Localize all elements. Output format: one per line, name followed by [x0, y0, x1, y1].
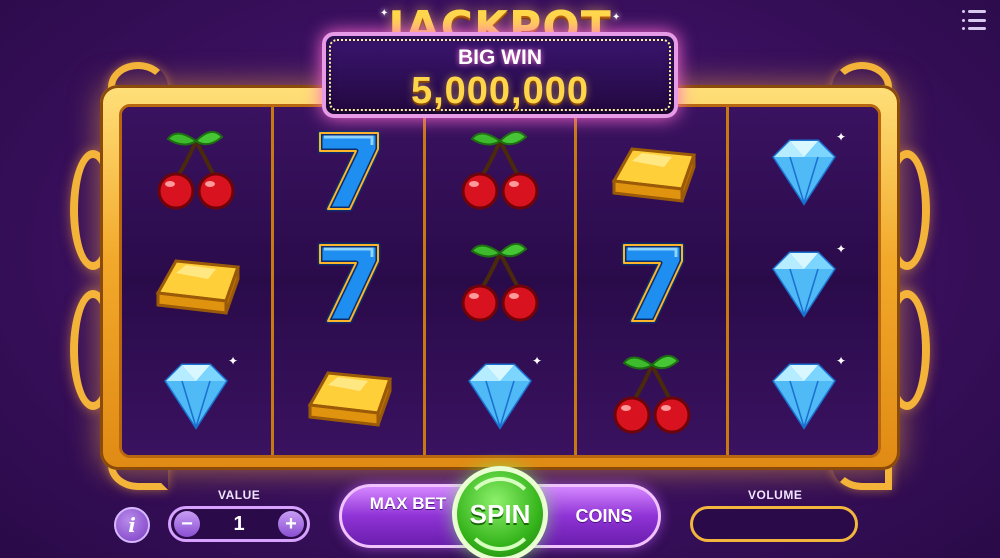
spin-label: SPIN: [469, 498, 531, 529]
reel-3: ✦: [425, 107, 578, 455]
seven-icon: [293, 231, 403, 331]
jackpot-banner: BIG WIN 5,000,000: [322, 32, 678, 118]
big-win-label: BIG WIN: [458, 46, 542, 69]
reel-area: ✦ ✦ ✦ ✦ ✦: [122, 107, 878, 455]
svg-text:✦: ✦: [532, 354, 542, 368]
value-label: VALUE: [218, 488, 261, 502]
svg-text:✦: ✦: [836, 242, 846, 256]
diamond-icon: ✦: [749, 119, 859, 219]
bet-value: 1: [233, 512, 245, 535]
svg-text:✦: ✦: [836, 354, 846, 368]
max-bet-button[interactable]: MAX BET: [368, 494, 448, 514]
cherry-icon: [597, 343, 707, 443]
gold-bar-icon: [597, 119, 707, 219]
gold-bar-icon: [293, 343, 403, 443]
sparkle-icon: ✦: [380, 8, 389, 19]
decrease-value-button[interactable]: −: [174, 511, 200, 537]
diamond-icon: ✦: [749, 231, 859, 331]
svg-text:✦: ✦: [836, 130, 846, 144]
gold-bar-icon: [141, 231, 251, 331]
reel-1: ✦: [122, 107, 274, 455]
svg-text:✦: ✦: [228, 354, 238, 368]
cherry-icon: [445, 231, 555, 331]
info-button[interactable]: i: [114, 507, 150, 543]
cherry-icon: [141, 119, 251, 219]
coins-button[interactable]: COINS: [566, 506, 642, 527]
volume-slider[interactable]: [690, 506, 858, 542]
seven-icon: [293, 119, 403, 219]
increase-value-button[interactable]: +: [278, 511, 304, 537]
value-stepper: − 1 +: [168, 506, 310, 542]
seven-icon: [597, 231, 707, 331]
jackpot-amount: 5,000,000: [410, 70, 590, 112]
volume-label: VOLUME: [748, 488, 803, 502]
reel-5: ✦ ✦ ✦: [729, 107, 878, 455]
diamond-icon: ✦: [445, 343, 555, 443]
diamond-icon: ✦: [141, 343, 251, 443]
cherry-icon: [445, 119, 555, 219]
reel-4: [577, 107, 730, 455]
spin-button[interactable]: SPIN: [452, 466, 548, 558]
sparkle-icon: ✦: [612, 12, 621, 23]
diamond-icon: ✦: [749, 343, 859, 443]
reel-2: [273, 107, 426, 455]
